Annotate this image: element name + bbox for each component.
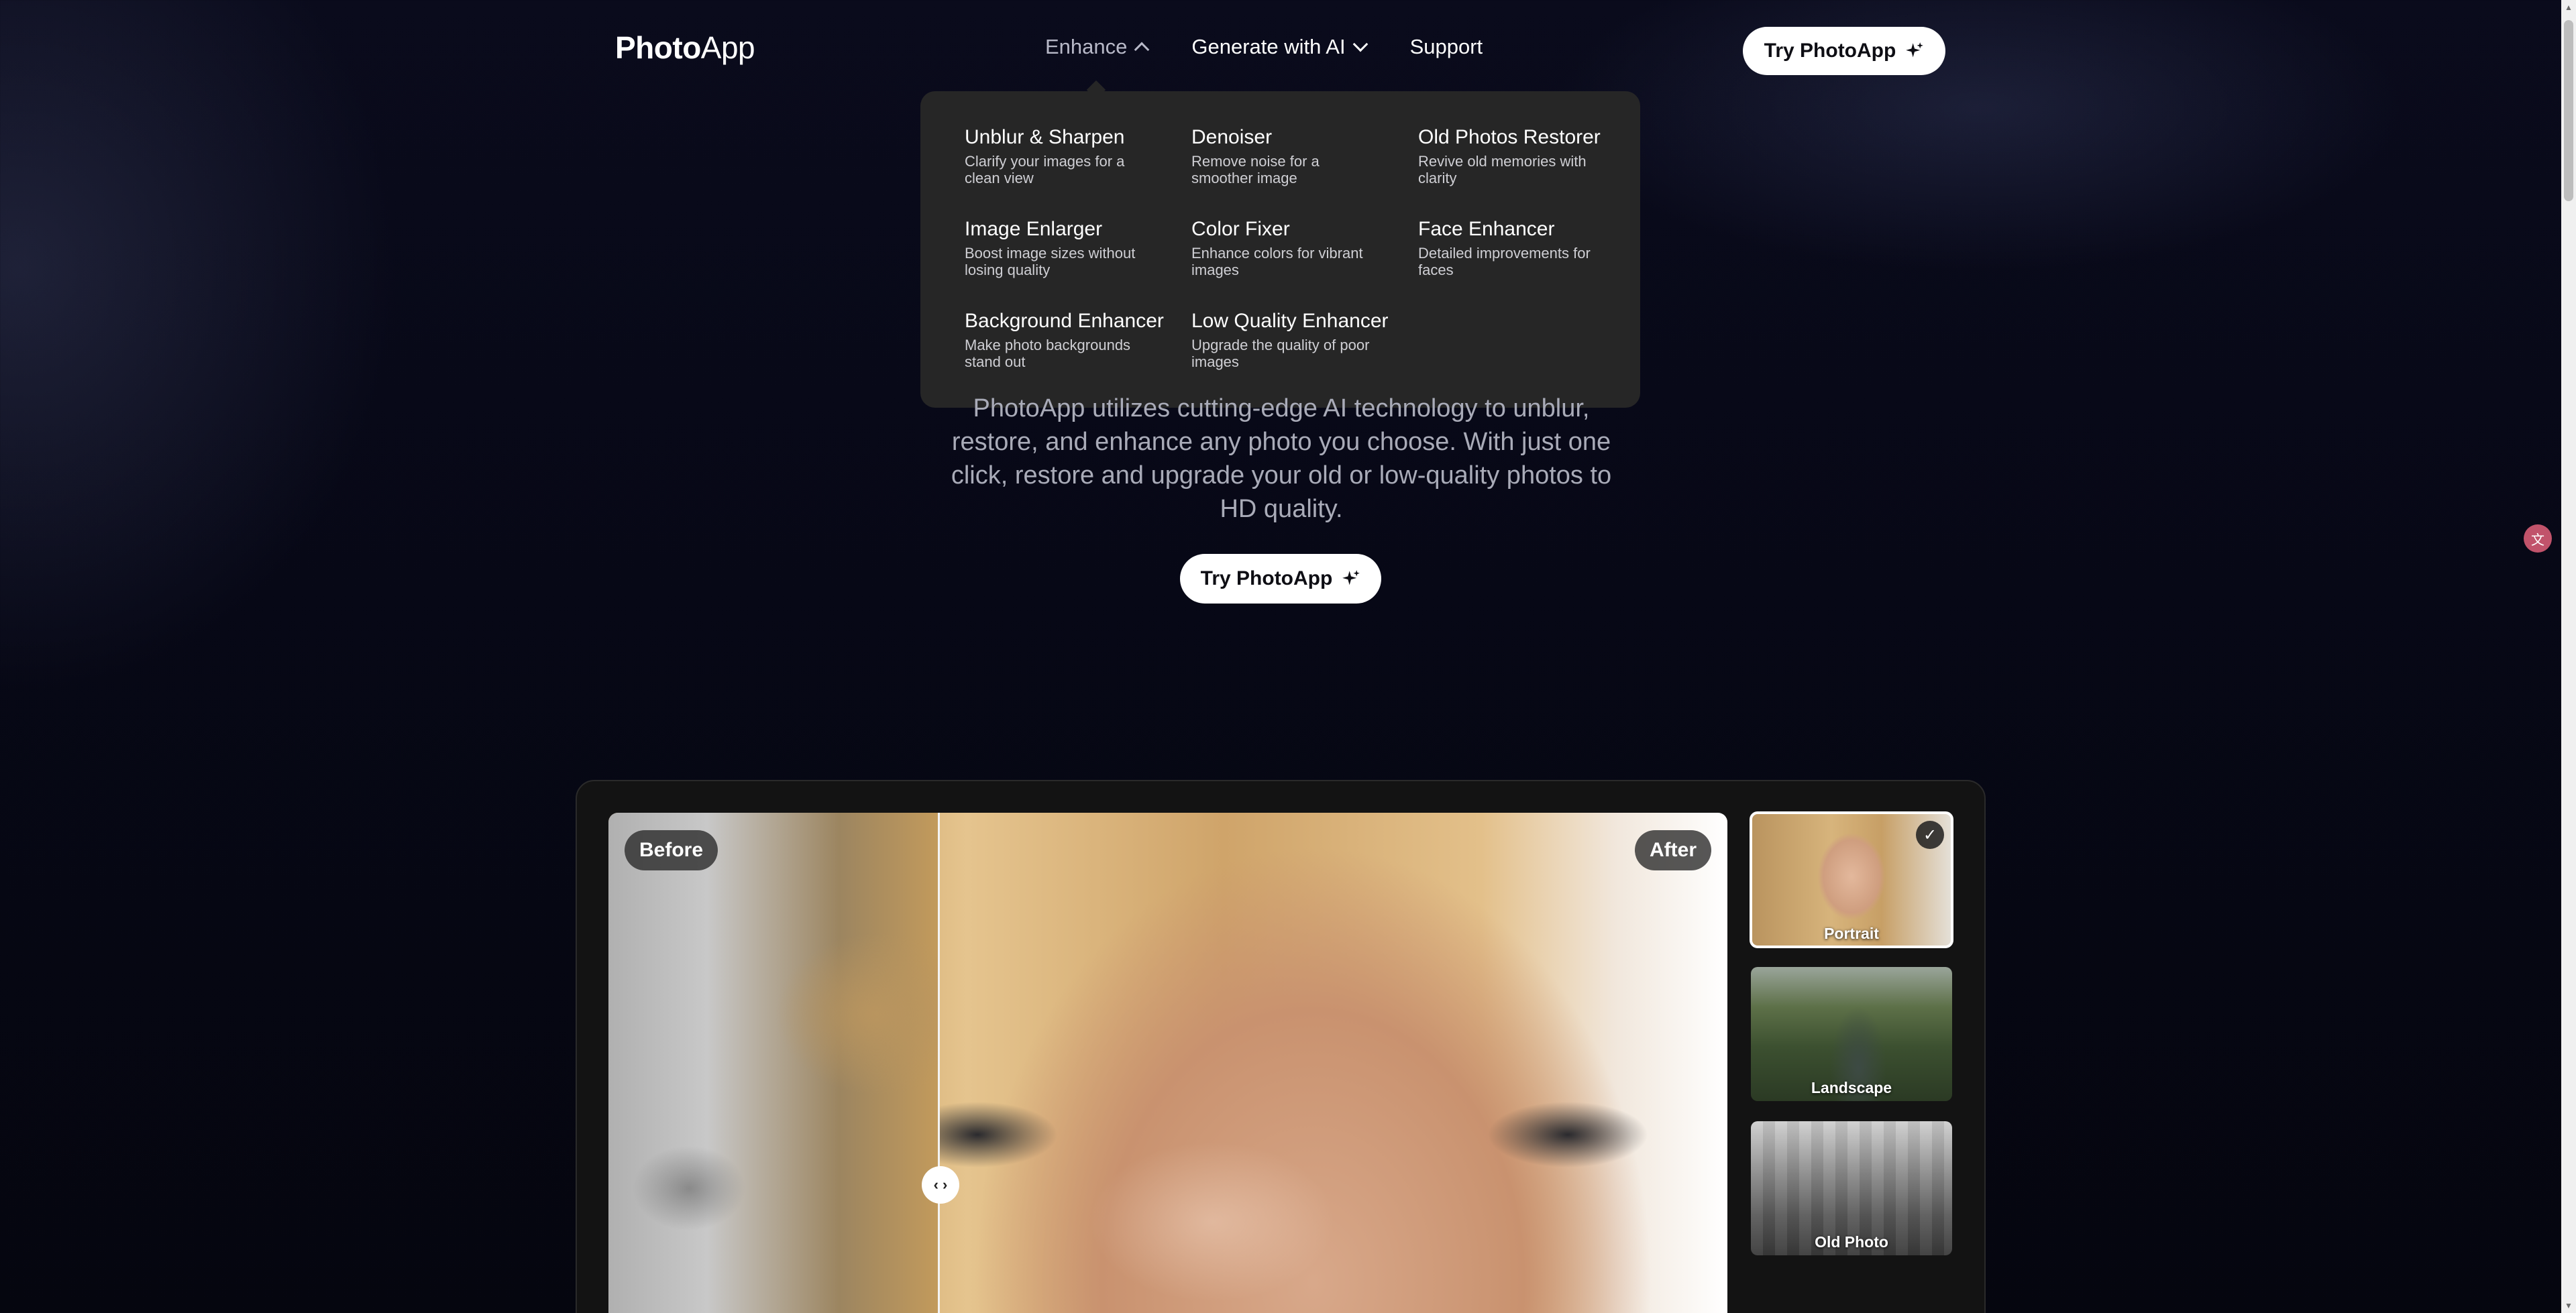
sample-label: Old Photo <box>1815 1233 1888 1251</box>
nav-support-label: Support <box>1409 35 1483 58</box>
menu-item-desc: Make photo backgrounds stand out <box>965 337 1131 370</box>
nav-generate-ai[interactable]: Generate with AI <box>1191 35 1368 59</box>
sample-thumbnails: ✓ Portrait Landscape Old Photo <box>1750 811 1953 1275</box>
enhance-dropdown: Unblur & Sharpen Clarify your images for… <box>920 91 1640 408</box>
menu-item-title: Color Fixer <box>1191 218 1290 240</box>
menu-item-unblur-sharpen[interactable]: Unblur & Sharpen Clarify your images for… <box>965 126 1191 218</box>
menu-item-desc: Upgrade the quality of poor images <box>1191 337 1370 370</box>
nav-generate-label: Generate with AI <box>1191 35 1346 58</box>
sample-portrait[interactable]: ✓ Portrait <box>1750 811 1953 948</box>
chevron-down-icon <box>1352 36 1368 52</box>
before-after-viewer[interactable]: Before After ‹ › <box>608 813 1727 1313</box>
logo[interactable]: PhotoApp <box>615 30 755 66</box>
nav-support[interactable]: Support <box>1410 35 1483 59</box>
menu-item-background-enhancer[interactable]: Background Enhancer Make photo backgroun… <box>965 310 1191 402</box>
chevron-up-icon <box>1134 42 1150 58</box>
compare-slider-handle[interactable]: ‹ › <box>922 1166 959 1204</box>
menu-item-denoiser[interactable]: Denoiser Remove noise for a smoother ima… <box>1191 126 1418 218</box>
menu-item-title: Denoiser <box>1191 126 1273 148</box>
translate-extension-icon[interactable]: 文 <box>2524 524 2552 553</box>
header-try-button[interactable]: Try PhotoApp <box>1743 27 1945 75</box>
menu-item-desc: Clarify your images for a clean view <box>965 153 1125 186</box>
menu-item-title: Background Enhancer <box>965 310 1164 332</box>
scroll-up-arrow-icon[interactable]: ▲ <box>2564 3 2573 12</box>
menu-item-face-enhancer[interactable]: Face Enhancer Detailed improvements for … <box>1418 218 1645 310</box>
menu-item-color-fixer[interactable]: Color Fixer Enhance colors for vibrant i… <box>1191 218 1418 310</box>
menu-item-title: Face Enhancer <box>1418 218 1555 240</box>
header-try-label: Try PhotoApp <box>1764 40 1896 62</box>
main-nav: Enhance Generate with AI Support <box>1045 35 1483 59</box>
menu-item-desc: Detailed improvements for faces <box>1418 245 1591 278</box>
sparkle-icon <box>1906 42 1924 58</box>
sample-label: Landscape <box>1811 1079 1892 1096</box>
menu-item-title: Low Quality Enhancer <box>1191 310 1389 332</box>
menu-item-title: Unblur & Sharpen <box>965 126 1125 148</box>
menu-item-low-quality-enhancer[interactable]: Low Quality Enhancer Upgrade the quality… <box>1191 310 1418 402</box>
hero-try-label: Try PhotoApp <box>1200 567 1333 589</box>
menu-item-desc: Remove noise for a smoother image <box>1191 153 1320 186</box>
scrollbar-thumb[interactable] <box>2564 20 2573 201</box>
scroll-down-arrow-icon[interactable]: ▼ <box>2564 1301 2573 1310</box>
page-scrollbar[interactable]: ▲ ▼ <box>2561 0 2576 1313</box>
after-label: After <box>1634 830 1711 870</box>
menu-item-old-photos-restorer[interactable]: Old Photos Restorer Revive old memories … <box>1418 126 1645 218</box>
sample-label: Portrait <box>1824 925 1879 942</box>
menu-item-desc: Enhance colors for vibrant images <box>1191 245 1363 278</box>
hero-try-button[interactable]: Try PhotoApp <box>1180 554 1381 604</box>
nav-enhance[interactable]: Enhance <box>1045 35 1150 59</box>
nav-enhance-label: Enhance <box>1045 35 1128 58</box>
sample-landscape[interactable]: Landscape <box>1751 967 1952 1101</box>
menu-item-title: Old Photos Restorer <box>1418 126 1601 148</box>
logo-light: App <box>700 30 755 65</box>
menu-item-image-enlarger[interactable]: Image Enlarger Boost image sizes without… <box>965 218 1191 310</box>
before-label: Before <box>625 830 718 870</box>
check-icon: ✓ <box>1916 821 1944 849</box>
hero-description: PhotoApp utilizes cutting-edge AI techno… <box>951 394 1612 523</box>
before-image <box>608 813 940 1313</box>
menu-item-desc: Revive old memories with clarity <box>1418 153 1587 186</box>
menu-item-title: Image Enlarger <box>965 218 1103 240</box>
menu-item-desc: Boost image sizes without losing quality <box>965 245 1136 278</box>
logo-bold: Photo <box>615 30 701 65</box>
sample-old-photo[interactable]: Old Photo <box>1751 1121 1952 1255</box>
sparkle-icon <box>1342 570 1360 585</box>
